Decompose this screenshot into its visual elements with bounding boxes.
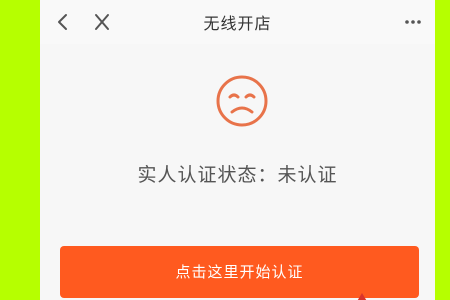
title-container: 无线开店 bbox=[40, 0, 435, 44]
pointer-cursor-icon bbox=[354, 288, 368, 300]
top-navigation-bar: 无线开店 bbox=[40, 0, 435, 44]
app-screen: 无线开店 实人认证状态：未认证 点击这里开始认证 bbox=[40, 0, 435, 300]
page-title: 无线开店 bbox=[203, 14, 272, 33]
more-dots-icon[interactable] bbox=[403, 12, 423, 32]
verification-status-text: 实人认证状态：未认证 bbox=[137, 164, 338, 186]
sad-face-icon bbox=[215, 74, 269, 128]
